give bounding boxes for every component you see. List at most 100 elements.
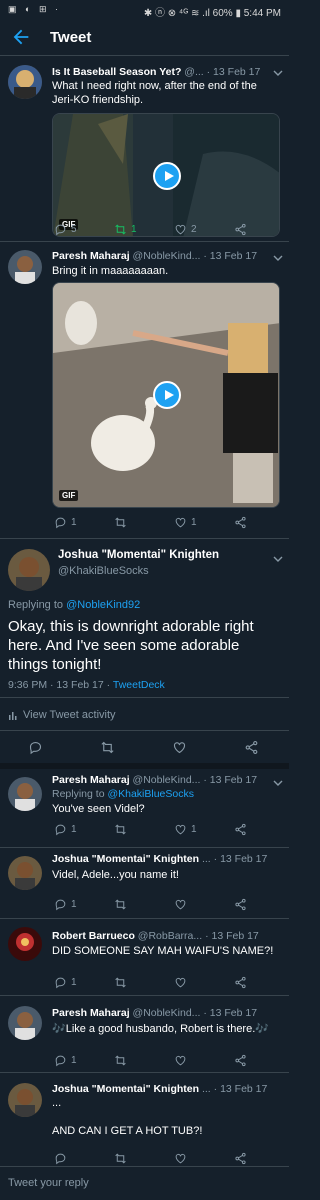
retweet-button[interactable] <box>114 1054 127 1067</box>
tweet-2[interactable]: Paresh Maharaj @NobleKind... · 13 Feb 17… <box>0 242 289 538</box>
retweet-icon <box>115 1153 126 1164</box>
avatar[interactable] <box>8 549 50 591</box>
reply-tweet[interactable]: Paresh Maharaj @NobleKind... · 13 Feb 17… <box>0 769 289 847</box>
tweet-author-name[interactable]: Is It Baseball Season Yet? @... · 13 Feb… <box>52 66 260 78</box>
share-button[interactable] <box>244 740 259 755</box>
share-button[interactable] <box>234 1054 247 1067</box>
replying-to-line: Replying to @NobleKind92 <box>8 599 140 611</box>
retweet-button[interactable] <box>114 898 127 911</box>
reply-button[interactable]: 1 <box>54 898 77 911</box>
like-button[interactable] <box>174 1152 187 1165</box>
reply-count: 1 <box>71 977 77 988</box>
share-icon <box>235 516 246 529</box>
reply-button[interactable] <box>54 1152 67 1165</box>
tweet-source-link[interactable]: TweetDeck <box>113 679 165 691</box>
reply-button[interactable]: 1 <box>54 1054 77 1067</box>
author-name-text: Is It Baseball Season Yet? <box>52 66 182 78</box>
avatar[interactable] <box>8 65 42 99</box>
share-button[interactable] <box>234 223 247 236</box>
reply-tweet[interactable]: Joshua "Momentai" Knighten ... · 13 Feb … <box>0 848 289 918</box>
like-icon <box>175 977 186 988</box>
author-handle[interactable]: @KhakiBlueSocks <box>58 565 149 577</box>
like-icon <box>175 224 186 235</box>
tweet-text: You've seen Videl? <box>52 803 145 815</box>
tweet-date: · 13 Feb 17 <box>203 774 258 786</box>
reply-button[interactable]: 1 <box>54 976 77 989</box>
like-button[interactable] <box>174 1054 187 1067</box>
reply-icon <box>55 517 66 529</box>
author-name[interactable]: Joshua "Momentai" Knighten <box>58 549 219 561</box>
share-icon <box>245 741 258 754</box>
reply-button[interactable]: 1 <box>54 823 77 836</box>
reply-tweet[interactable]: Robert Barrueco @RobBarra... · 13 Feb 17… <box>0 919 289 995</box>
retweet-button[interactable] <box>114 976 127 989</box>
avatar[interactable] <box>8 927 42 961</box>
tweet-author-name[interactable]: Joshua "Momentai" Knighten ... · 13 Feb … <box>52 853 267 865</box>
reply-count: 1 <box>71 517 77 528</box>
reply-tweet[interactable]: Paresh Maharaj @NobleKind... · 13 Feb 17… <box>0 996 289 1072</box>
like-button[interactable]: 2 <box>174 223 197 236</box>
tweet-date: · 13 Feb 17 <box>213 1083 268 1095</box>
gif-media[interactable]: GIF <box>52 113 280 237</box>
retweet-button[interactable] <box>114 516 127 529</box>
like-button[interactable] <box>172 740 187 755</box>
avatar[interactable] <box>8 250 42 284</box>
reply-button[interactable]: 5 <box>54 223 77 236</box>
back-arrow-icon[interactable] <box>10 26 34 50</box>
gif-badge: GIF <box>59 490 79 501</box>
share-icon <box>235 823 246 836</box>
reply-input-placeholder[interactable]: Tweet your reply <box>8 1177 89 1189</box>
gif-media[interactable]: GIF <box>52 282 280 508</box>
play-icon[interactable] <box>153 162 181 190</box>
retweet-button[interactable] <box>100 740 115 755</box>
retweet-icon <box>115 977 126 988</box>
view-tweet-activity[interactable]: View Tweet activity <box>8 709 116 721</box>
tweet-author-name[interactable]: Paresh Maharaj @NobleKind... · 13 Feb 17 <box>52 774 257 786</box>
like-button[interactable] <box>174 976 187 989</box>
retweet-button[interactable] <box>114 1152 127 1165</box>
like-count: 2 <box>191 224 197 235</box>
share-button[interactable] <box>234 1152 247 1165</box>
share-button[interactable] <box>234 898 247 911</box>
replying-to-link[interactable]: @KhakiBlueSocks <box>107 788 194 800</box>
reply-tweet[interactable]: Joshua "Momentai" Knighten ... · 13 Feb … <box>0 1073 289 1165</box>
like-button[interactable]: 1 <box>174 516 197 529</box>
chevron-down-icon[interactable] <box>273 775 283 793</box>
tweet-text-line-2: AND CAN I GET A HOT TUB?! <box>52 1125 203 1137</box>
reply-button[interactable] <box>28 740 43 755</box>
author-name-text: Joshua "Momentai" Knighten <box>52 1083 200 1095</box>
replying-to-link[interactable]: @NobleKind92 <box>66 599 140 611</box>
retweet-button[interactable]: 1 <box>114 223 137 236</box>
play-icon[interactable] <box>153 381 181 409</box>
tweet-author-name[interactable]: Paresh Maharaj @NobleKind... · 13 Feb 17 <box>52 1007 257 1019</box>
avatar[interactable] <box>8 1006 42 1040</box>
tweet-author-name[interactable]: Robert Barrueco @RobBarra... · 13 Feb 17 <box>52 930 259 942</box>
activity-label: View Tweet activity <box>23 709 116 721</box>
tweet-text: 🎶Like a good husbando, Robert is there.🎶 <box>52 1023 269 1035</box>
tweet-1[interactable]: Is It Baseball Season Yet? @... · 13 Feb… <box>0 57 289 241</box>
retweet-icon <box>115 824 126 835</box>
tweet-author-name[interactable]: Joshua "Momentai" Knighten ... · 13 Feb … <box>52 1083 267 1095</box>
share-button[interactable] <box>234 823 247 836</box>
like-icon <box>175 1055 186 1066</box>
avatar[interactable] <box>8 1083 42 1117</box>
avatar[interactable] <box>8 777 42 811</box>
tweet-date: · 13 Feb 17 <box>206 66 261 78</box>
chevron-down-icon[interactable] <box>273 551 283 569</box>
retweet-button[interactable] <box>114 823 127 836</box>
like-icon <box>173 742 186 754</box>
tweet-author-name[interactable]: Paresh Maharaj @NobleKind... · 13 Feb 17 <box>52 250 257 262</box>
share-button[interactable] <box>234 976 247 989</box>
like-icon <box>175 517 186 528</box>
avatar[interactable] <box>8 856 42 890</box>
status-notification-icons: ▣ ◐ ⊞ · <box>8 4 61 14</box>
share-button[interactable] <box>234 516 247 529</box>
reply-button[interactable]: 1 <box>54 516 77 529</box>
reply-icon <box>55 824 66 836</box>
reply-composer[interactable]: Tweet your reply <box>0 1166 289 1200</box>
like-button[interactable]: 1 <box>174 823 197 836</box>
share-icon <box>235 976 246 989</box>
like-button[interactable] <box>174 898 187 911</box>
reply-count: 5 <box>71 224 77 235</box>
reply-count: 1 <box>71 899 77 910</box>
